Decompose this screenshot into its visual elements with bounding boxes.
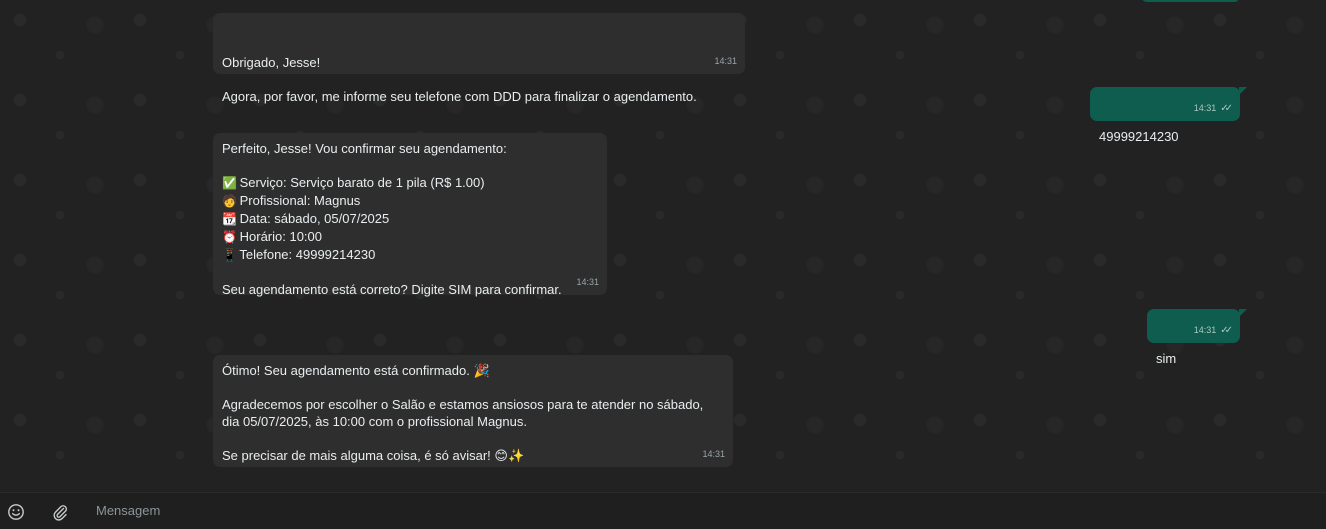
emoji-icon[interactable] [6,502,26,522]
message-time: 14:31 [1193,325,1217,335]
check-box-icon: ✅ [222,176,237,190]
double-check-icon: ✓✓ [1220,103,1233,114]
message-text: Seu agendamento está correto? Digite SIM… [222,282,562,297]
message-time: 14:31 [714,56,737,66]
detail-line-time: ⏰ Horário: 10:00 [222,229,323,244]
message-time: 14:31 [702,449,725,459]
message-text: Perfeito, Jesse! Vou confirmar seu agend… [222,141,507,156]
message-bubble-incoming[interactable]: Ótimo! Seu agendamento está confirmado. … [213,355,733,467]
detail-line-phone: 📱 Telefone: 49999214230 [222,247,376,262]
message-composer [0,492,1326,529]
message-bubble-partial[interactable] [1141,0,1240,2]
chat-area[interactable]: Obrigado, Jesse! Agora, por favor, me in… [0,0,1326,492]
double-check-icon: ✓✓ [1220,325,1233,336]
message-text: Obrigado, Jesse! Agora, por favor, me in… [222,55,697,104]
message-time: 14:31 [576,277,599,287]
message-bubble-incoming[interactable]: Obrigado, Jesse! Agora, por favor, me in… [213,13,745,104]
phone-icon: 📱 [222,248,237,262]
person-icon: 🧑 [222,194,237,208]
message-text: sim [1156,351,1177,366]
detail-line-professional: 🧑 Profissional: Magnus [222,193,361,208]
paperclip-icon[interactable] [50,502,70,522]
message-text: Agradecemos por escolher o Salão e estam… [222,397,704,429]
message-time: 14:31 [1193,103,1217,113]
message-bubble-incoming[interactable]: Perfeito, Jesse! Vou confirmar seu agend… [213,133,607,297]
message-bubble-outgoing[interactable]: sim 14:31 ✓✓ [1147,309,1247,366]
bubble-tail [1239,309,1247,317]
message-meta: 14:31 ✓✓ [1193,100,1233,117]
clock-icon: ⏰ [222,230,237,244]
message-text: Ótimo! Seu agendamento está confirmado. … [222,363,490,378]
message-input[interactable] [96,503,1196,518]
bubble-tail [1239,87,1247,95]
message-meta: 14:31 ✓✓ [1193,322,1233,339]
message-bubble-outgoing[interactable]: 49999214230 14:31 ✓✓ [1090,87,1247,144]
message-text: 49999214230 [1099,129,1179,144]
detail-line-date: 📆 Data: sábado, 05/07/2025 [222,211,390,226]
message-text: Se precisar de mais alguma coisa, é só a… [222,448,525,463]
detail-line-service: ✅ Serviço: Serviço barato de 1 pila (R$ … [222,175,485,190]
calendar-icon: 📆 [222,212,237,226]
